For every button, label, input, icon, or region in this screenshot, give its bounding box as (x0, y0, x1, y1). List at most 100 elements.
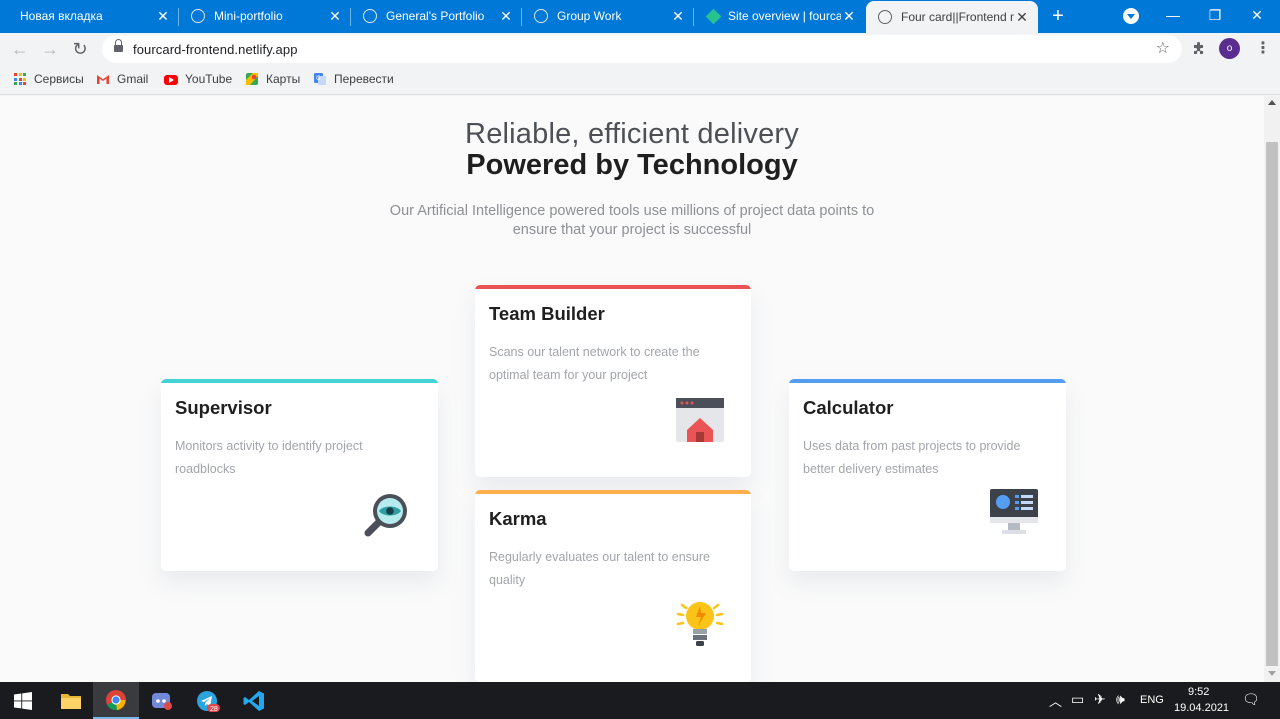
close-icon[interactable]: ✕ (841, 8, 857, 24)
card-title: Team Builder (489, 303, 605, 324)
bookmark-maps[interactable]: Карты (245, 71, 300, 87)
clock-date[interactable]: 19.04.2021 (1174, 702, 1229, 714)
close-icon[interactable]: ✕ (327, 8, 343, 24)
tray-expand-icon[interactable]: ︿ (1049, 691, 1062, 710)
start-icon (14, 691, 32, 710)
tab-title: Mini-portfolio (214, 9, 283, 23)
tab-four-card[interactable]: Four card||Frontend mentor ✕ (866, 1, 1038, 33)
bookmark-star-icon[interactable]: ☆ (1156, 40, 1170, 58)
bookmark-translate[interactable]: G Перевести (313, 71, 394, 87)
extensions-puzzle-icon[interactable] (1190, 40, 1208, 58)
globe-icon (363, 9, 377, 23)
globe-icon (191, 9, 205, 23)
youtube-icon (164, 75, 178, 85)
card-title: Supervisor (175, 397, 272, 418)
tab-title: Four card||Frontend mentor (901, 10, 1014, 24)
card-description: Uses data from past projects to provide … (803, 439, 1021, 476)
tab-search-icon[interactable] (1123, 8, 1139, 24)
card-accent-bar (161, 379, 438, 383)
file-explorer-icon[interactable] (48, 682, 94, 719)
input-language[interactable]: ENG (1140, 694, 1164, 706)
bookmark-label: Перевести (334, 72, 394, 86)
card-karma: Karma Regularly evaluates our talent to … (475, 490, 751, 682)
minimize-button[interactable]: — (1150, 0, 1196, 32)
maps-icon (245, 72, 259, 86)
bookmark-youtube[interactable]: YouTube (164, 71, 232, 87)
tab-site-overview[interactable]: Site overview | fourcard ✕ (694, 0, 865, 32)
monitor-dashboard-icon (988, 487, 1040, 539)
translate-icon: G (313, 72, 327, 86)
profile-avatar[interactable]: o (1219, 38, 1240, 59)
globe-icon (878, 10, 892, 24)
browser-toolbar: ← → ↻ fourcard-frontend.netlify.app ☆ o … (0, 33, 1280, 65)
start-button[interactable] (0, 682, 46, 719)
gmail-icon (96, 72, 110, 86)
telegram-badge: 28 (210, 706, 218, 713)
netlify-icon (705, 8, 722, 24)
battery-icon[interactable]: ▭ (1071, 691, 1084, 708)
browser-house-icon (674, 394, 726, 446)
hero-title: Powered by Technology (466, 149, 798, 181)
bookmark-label: YouTube (185, 72, 233, 86)
reload-icon[interactable]: ↻ (68, 37, 92, 61)
card-title: Calculator (803, 397, 894, 418)
lock-icon (114, 39, 123, 53)
close-icon[interactable]: ✕ (670, 8, 686, 24)
lightbulb-icon (674, 598, 726, 650)
bookmark-services[interactable]: Сервисы (13, 71, 84, 87)
scroll-down-arrow-icon[interactable] (1268, 671, 1276, 676)
globe-icon (534, 9, 548, 23)
url-text[interactable]: fourcard-frontend.netlify.app (133, 42, 298, 57)
close-icon[interactable]: ✕ (498, 8, 514, 24)
close-icon[interactable]: ✕ (155, 8, 171, 24)
restore-button[interactable]: ❐ (1192, 0, 1238, 32)
close-icon[interactable]: ✕ (1014, 9, 1030, 25)
hero-description: Our Artificial Intelligence powered tool… (389, 203, 875, 238)
address-bar[interactable]: fourcard-frontend.netlify.app ☆ (102, 35, 1182, 63)
page-viewport: Reliable, efficient delivery Powered by … (0, 96, 1264, 682)
discord-icon[interactable] (139, 682, 185, 719)
clock-time[interactable]: 9:52 (1188, 686, 1209, 698)
back-arrow-icon[interactable]: ← (8, 37, 32, 61)
bookmark-gmail[interactable]: Gmail (96, 71, 148, 87)
tab-new-tab[interactable]: Новая вкладка ✕ (8, 0, 179, 32)
page-scrollbar[interactable] (1264, 96, 1280, 682)
bookmarks-bar: Сервисы Gmail YouTube Карты G Перевести (0, 65, 1280, 95)
tab-title: Новая вкладка (20, 9, 103, 23)
apps-grid-icon (13, 72, 27, 86)
bookmark-label: Карты (266, 72, 301, 86)
tab-title: Group Work (557, 9, 622, 23)
card-description: Scans our talent network to create the o… (489, 345, 700, 382)
card-accent-bar (789, 379, 1066, 383)
windows-taskbar: 28 ︿ ▭ ✈ 🕪 ENG 9:52 19.04.2021 🗨 (0, 682, 1280, 719)
card-description: Monitors activity to identify project ro… (175, 439, 363, 476)
card-calculator: Calculator Uses data from past projects … (789, 379, 1066, 571)
card-supervisor: Supervisor Monitors activity to identify… (161, 379, 438, 571)
tab-mini-portfolio[interactable]: Mini-portfolio ✕ (179, 0, 351, 32)
bookmark-label: Gmail (117, 72, 149, 86)
card-title: Karma (489, 508, 547, 529)
hero-subtitle: Reliable, efficient delivery (465, 118, 799, 150)
forward-arrow-icon[interactable]: → (38, 37, 62, 61)
scroll-up-arrow-icon[interactable] (1268, 100, 1276, 105)
scrollbar-thumb[interactable] (1266, 142, 1278, 666)
magnifier-eye-icon (360, 489, 412, 541)
notifications-icon[interactable]: 🗨 (1242, 691, 1260, 708)
airplane-mode-icon[interactable]: ✈ (1094, 691, 1106, 708)
svg-text:G: G (316, 75, 321, 82)
chrome-icon[interactable] (93, 682, 139, 719)
volume-icon[interactable]: 🕪 (1116, 691, 1125, 708)
browser-tab-strip: Новая вкладка ✕ Mini-portfolio ✕ General… (0, 0, 1280, 33)
tab-group-work[interactable]: Group Work ✕ (522, 0, 694, 32)
tab-title: Site overview | fourcard (728, 9, 841, 23)
telegram-icon[interactable]: 28 (185, 682, 231, 719)
window-close-button[interactable]: ✕ (1234, 0, 1280, 32)
tab-title: General's Portfolio (386, 9, 485, 23)
kebab-menu-icon[interactable]: ⋮ (1255, 40, 1271, 58)
vscode-icon[interactable] (231, 682, 277, 719)
card-description: Regularly evaluates our talent to ensure… (489, 550, 710, 587)
bookmark-label: Сервисы (34, 72, 84, 86)
card-accent-bar (475, 285, 751, 289)
tab-generals-portfolio[interactable]: General's Portfolio ✕ (351, 0, 522, 32)
new-tab-button[interactable]: + (1046, 5, 1070, 27)
